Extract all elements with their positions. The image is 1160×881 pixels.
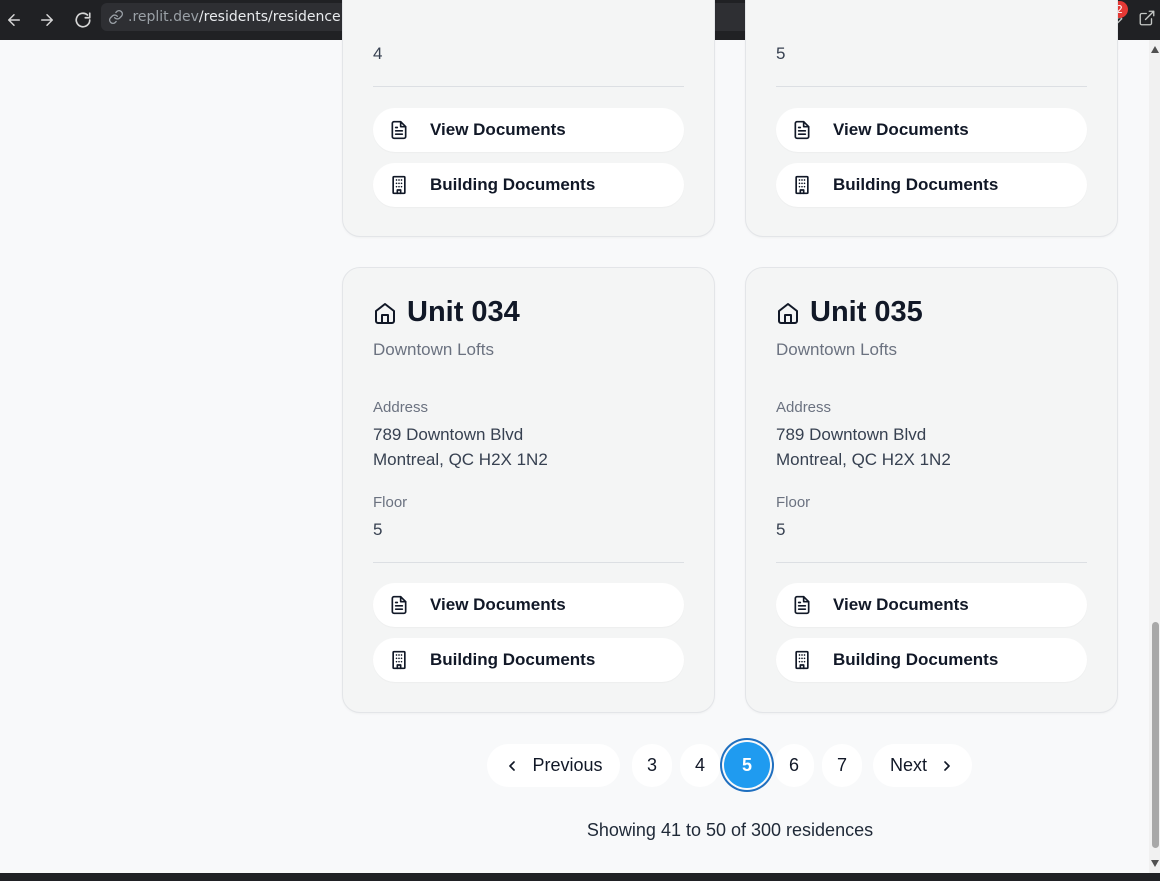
address-line2: Montreal, QC H2X 1N2 (373, 450, 548, 469)
residence-card: 5 View Documents Building Documents (745, 0, 1118, 237)
view-documents-button[interactable]: View Documents (373, 583, 684, 627)
reload-icon (75, 12, 91, 28)
page-button[interactable]: 4 (680, 744, 720, 787)
bottom-bar (0, 873, 1160, 881)
unit-title: Unit 035 (776, 296, 923, 329)
back-button[interactable] (0, 6, 28, 34)
address-line2: Montreal, QC H2X 1N2 (776, 450, 951, 469)
address-label: Address (776, 399, 832, 416)
floor-value: 4 (373, 44, 383, 63)
link-icon (109, 10, 123, 24)
previous-page-button[interactable]: Previous (487, 744, 620, 787)
building-documents-button[interactable]: Building Documents (776, 638, 1087, 682)
house-icon (778, 302, 798, 324)
address-label: Address (373, 399, 429, 416)
building-icon (392, 650, 406, 670)
residence-card: Unit 035 Downtown Lofts Address 789 Down… (745, 267, 1118, 713)
building-documents-button[interactable]: Building Documents (373, 163, 684, 207)
card-divider (776, 86, 1087, 87)
building-documents-label: Building Documents (430, 175, 596, 194)
building-icon (795, 650, 809, 670)
view-documents-label: View Documents (833, 595, 969, 614)
building-icon (392, 175, 406, 195)
url-path: /residents/residence (198, 9, 341, 25)
view-documents-button[interactable]: View Documents (373, 108, 684, 152)
floor-label: Floor (776, 494, 811, 511)
file-text-icon (794, 120, 810, 140)
unit-title: Unit 034 (373, 296, 520, 329)
file-text-icon (391, 595, 407, 615)
reload-button[interactable] (69, 6, 97, 34)
forward-button[interactable] (33, 6, 61, 34)
page-button[interactable]: 6 (774, 744, 814, 787)
arrow-left-icon (8, 14, 20, 26)
external-link-icon (1139, 10, 1155, 26)
building-documents-label: Building Documents (833, 650, 999, 669)
scroll-up-arrow-icon[interactable] (1151, 46, 1159, 53)
floor-label: Floor (373, 494, 408, 511)
floor-value: 5 (776, 44, 786, 63)
unit-number: Unit 035 (810, 296, 923, 328)
view-documents-button[interactable]: View Documents (776, 108, 1087, 152)
residence-card: 4 View Documents Building Documents (342, 0, 715, 237)
view-documents-label: View Documents (430, 595, 566, 614)
house-icon (375, 302, 395, 324)
open-new-tab-button[interactable] (1135, 6, 1159, 30)
building-name: Downtown Lofts (373, 340, 494, 359)
residence-card: Unit 034 Downtown Lofts Address 789 Down… (342, 267, 715, 713)
scrollbar-thumb[interactable] (1152, 622, 1159, 848)
building-documents-button[interactable]: Building Documents (373, 638, 684, 682)
previous-label: Previous (532, 755, 603, 775)
view-documents-button[interactable]: View Documents (776, 583, 1087, 627)
file-text-icon (794, 595, 810, 615)
floor-value: 5 (373, 520, 383, 539)
unit-number: Unit 034 (407, 296, 520, 328)
scroll-down-arrow-icon[interactable] (1151, 860, 1159, 867)
building-documents-label: Building Documents (833, 175, 999, 194)
current-page-button[interactable]: 5 (724, 742, 770, 788)
address-line1: 789 Downtown Blvd (373, 425, 524, 444)
url-host: .replit.dev (128, 9, 199, 25)
results-summary: Showing 41 to 50 of 300 residences (586, 820, 874, 840)
building-documents-label: Building Documents (430, 650, 596, 669)
next-page-button[interactable]: Next (873, 744, 972, 787)
chevron-left-icon (509, 760, 516, 771)
building-name: Downtown Lofts (776, 340, 897, 359)
file-text-icon (391, 120, 407, 140)
building-documents-button[interactable]: Building Documents (776, 163, 1087, 207)
card-divider (373, 562, 684, 563)
view-documents-label: View Documents (833, 120, 969, 139)
address-line1: 789 Downtown Blvd (776, 425, 927, 444)
card-divider (776, 562, 1087, 563)
page-button[interactable]: 7 (822, 744, 862, 787)
chevron-right-icon (944, 760, 950, 771)
floor-value: 5 (776, 520, 786, 539)
view-documents-label: View Documents (430, 120, 566, 139)
card-divider (373, 86, 684, 87)
page-button[interactable]: 3 (632, 744, 672, 787)
building-icon (795, 175, 809, 195)
arrow-right-icon (41, 14, 53, 26)
next-label: Next (889, 755, 927, 775)
